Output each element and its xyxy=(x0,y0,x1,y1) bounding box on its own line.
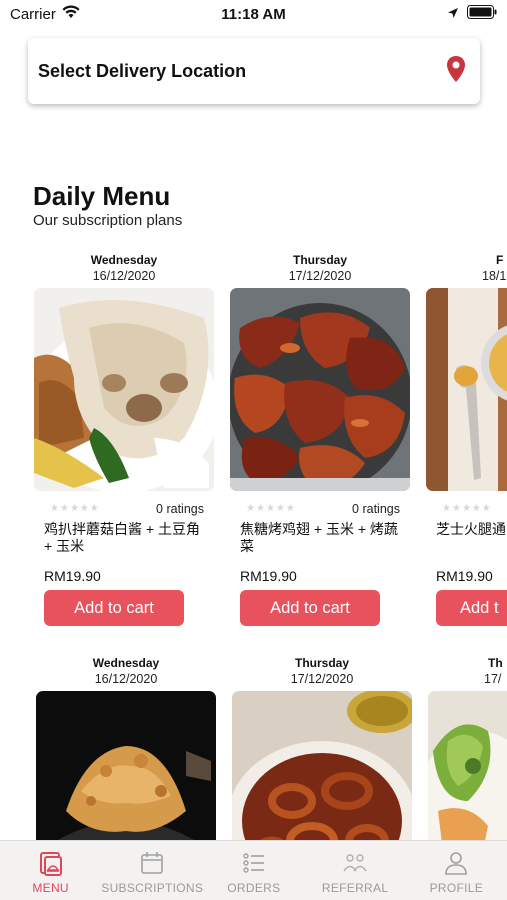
rating-count: 0 ratings xyxy=(352,502,400,516)
tab-label: ORDERS xyxy=(227,881,281,895)
tab-referral[interactable]: REFERRAL xyxy=(304,841,405,900)
rating-row: ★ ★ ★ ★ ★ 0 ratings xyxy=(34,501,214,517)
status-bar: Carrier 11:18 AM xyxy=(0,0,507,28)
dish-price: RM19.90 xyxy=(44,568,101,584)
add-to-cart-button[interactable]: Add t xyxy=(436,590,507,626)
card-day: Thursday xyxy=(292,253,347,267)
status-right xyxy=(447,5,497,23)
section-subtitle: Our subscription plans xyxy=(33,212,183,229)
tab-label: PROFILE xyxy=(429,881,484,895)
rating-stars: ★ ★ ★ ★ ★ xyxy=(50,504,99,514)
card-date: 17/ xyxy=(484,672,502,686)
card-day: F xyxy=(496,253,504,267)
menu-row-2[interactable]: Wednesday 16/12/2020 Thursday 17/12/2020 xyxy=(0,655,507,845)
delivery-location-label: Select Delivery Location xyxy=(38,60,247,81)
dish-name: 芝士火腿通 xyxy=(436,521,506,537)
rating-row: ★ ★ ★ ★ ★ 0 ratings xyxy=(230,501,410,517)
tab-subscriptions[interactable]: SUBSCRIPTIONS xyxy=(101,841,203,900)
menu-row-1[interactable]: Wednesday 16/12/2020 ★ ★ ★ ★ ★ 0 ratings… xyxy=(0,252,507,632)
card-date: 17/12/2020 xyxy=(290,672,354,686)
people-icon xyxy=(341,849,369,877)
star-icon: ★ xyxy=(59,503,69,514)
dish-price: RM19.90 xyxy=(436,568,493,584)
star-icon: ★ xyxy=(451,503,461,514)
rating-row: ★ ★ ★ ★ ★ xyxy=(426,501,507,517)
card-day: Wednesday xyxy=(90,253,158,267)
menu-icon xyxy=(37,849,65,877)
dish-photo[interactable] xyxy=(36,691,216,845)
star-icon: ★ xyxy=(461,503,471,514)
user-icon xyxy=(442,849,470,877)
wifi-icon xyxy=(62,5,80,23)
star-icon: ★ xyxy=(471,503,481,514)
star-icon: ★ xyxy=(255,503,265,514)
star-icon: ★ xyxy=(89,503,99,514)
dish-price: RM19.90 xyxy=(240,568,297,584)
status-left: Carrier xyxy=(10,5,80,23)
carrier-label: Carrier xyxy=(10,5,56,23)
rating-stars: ★ ★ ★ ★ ★ xyxy=(442,504,491,514)
menu-card[interactable]: Wednesday 16/12/2020 xyxy=(36,655,216,845)
dish-name: 鸡扒拌蘑菇白酱 + 土豆角 + 玉米 xyxy=(44,521,200,554)
tab-orders[interactable]: ORDERS xyxy=(203,841,304,900)
menu-card[interactable]: Wednesday 16/12/2020 ★ ★ ★ ★ ★ 0 ratings… xyxy=(34,252,214,626)
star-icon: ★ xyxy=(285,503,295,514)
menu-card[interactable]: Thursday 17/12/2020 ★ ★ ★ ★ ★ 0 ratings … xyxy=(230,252,410,626)
dish-photo[interactable] xyxy=(426,288,507,491)
delivery-location-selector[interactable]: Select Delivery Location xyxy=(28,38,480,104)
card-date: 17/12/2020 xyxy=(288,269,352,283)
card-date: 16/12/2020 xyxy=(92,269,156,283)
bottom-tab-bar: MENU SUBSCRIPTIONS ORDERS REFERRAL PROFI… xyxy=(0,840,507,900)
tab-label: MENU xyxy=(32,881,69,895)
tab-menu[interactable]: MENU xyxy=(0,841,101,900)
star-icon: ★ xyxy=(442,503,451,514)
calendar-icon xyxy=(138,849,166,877)
card-day: Th xyxy=(488,656,503,670)
dish-photo[interactable] xyxy=(230,288,410,491)
location-pin-icon xyxy=(446,55,466,88)
star-icon: ★ xyxy=(79,503,89,514)
tab-profile[interactable]: PROFILE xyxy=(406,841,507,900)
star-icon: ★ xyxy=(246,503,255,514)
dish-photo[interactable] xyxy=(34,288,214,491)
add-to-cart-button[interactable]: Add to cart xyxy=(240,590,380,626)
battery-icon xyxy=(467,5,497,23)
location-arrow-icon xyxy=(447,6,459,23)
add-to-cart-button[interactable]: Add to cart xyxy=(44,590,184,626)
rating-count: 0 ratings xyxy=(156,502,204,516)
menu-card[interactable]: Th 17/ xyxy=(428,655,507,845)
card-day: Wednesday xyxy=(92,656,160,670)
tab-label: SUBSCRIPTIONS xyxy=(101,881,204,895)
star-icon: ★ xyxy=(69,503,79,514)
star-icon: ★ xyxy=(265,503,275,514)
menu-card[interactable]: F 18/1 ★ ★ ★ ★ ★ 芝士火腿通 RM19.90 Add t xyxy=(426,252,507,626)
dish-photo[interactable] xyxy=(428,691,507,845)
star-icon: ★ xyxy=(50,503,59,514)
menu-card[interactable]: Thursday 17/12/2020 xyxy=(232,655,412,845)
tab-label: REFERRAL xyxy=(321,881,389,895)
card-day: Thursday xyxy=(294,656,349,670)
section-title: Daily Menu xyxy=(33,181,171,211)
rating-stars: ★ ★ ★ ★ ★ xyxy=(246,504,295,514)
list-icon xyxy=(240,849,268,877)
star-icon: ★ xyxy=(275,503,285,514)
dish-photo[interactable] xyxy=(232,691,412,845)
star-icon: ★ xyxy=(481,503,491,514)
card-date: 16/12/2020 xyxy=(94,672,158,686)
dish-name: 焦糖烤鸡翅 + 玉米 + 烤蔬菜 xyxy=(240,521,398,554)
card-date: 18/1 xyxy=(482,269,507,283)
